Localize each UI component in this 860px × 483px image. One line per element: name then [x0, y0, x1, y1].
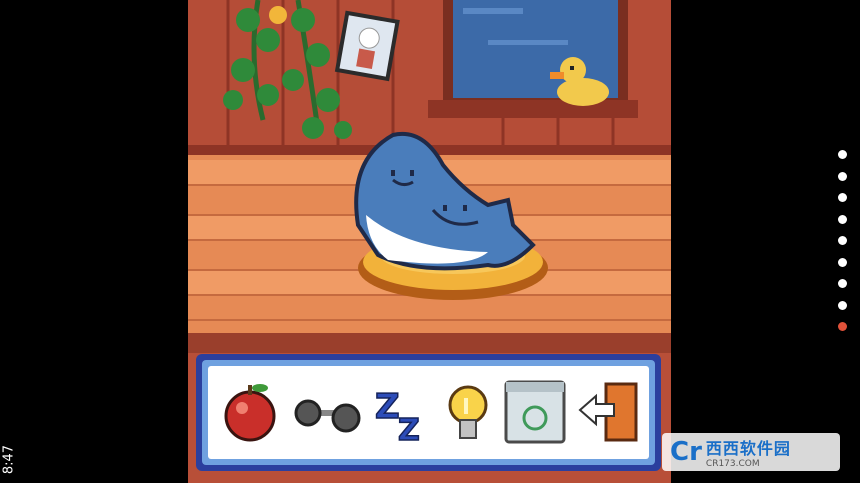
sleep-button[interactable] [368, 376, 434, 442]
page-dot-active[interactable] [838, 322, 847, 331]
feed-button[interactable] [216, 376, 282, 442]
page-dot[interactable] [838, 236, 847, 245]
exit-button[interactable] [578, 376, 644, 442]
page-dot[interactable] [838, 193, 847, 202]
page-indicator [838, 150, 850, 344]
wall-poster [334, 10, 400, 82]
clean-button[interactable] [502, 376, 568, 442]
page-dot[interactable] [838, 171, 847, 181]
page-dot[interactable] [838, 150, 847, 159]
page-dot[interactable] [838, 214, 847, 224]
page-dot[interactable] [838, 300, 847, 310]
watermark-url: CR173.COM [705, 459, 760, 469]
status-time: 8:47 [1, 444, 17, 475]
light-button[interactable] [440, 376, 506, 442]
watermark: Cr 西西软件园 CR173.COM [662, 433, 840, 471]
page-dot[interactable] [838, 279, 847, 288]
watermark-brand: 西西软件园 [705, 439, 791, 458]
exercise-button[interactable] [292, 376, 358, 442]
watermark-logo: Cr [670, 437, 702, 467]
page-dot[interactable] [838, 257, 847, 267]
game-scene: Z Z [188, 0, 671, 483]
